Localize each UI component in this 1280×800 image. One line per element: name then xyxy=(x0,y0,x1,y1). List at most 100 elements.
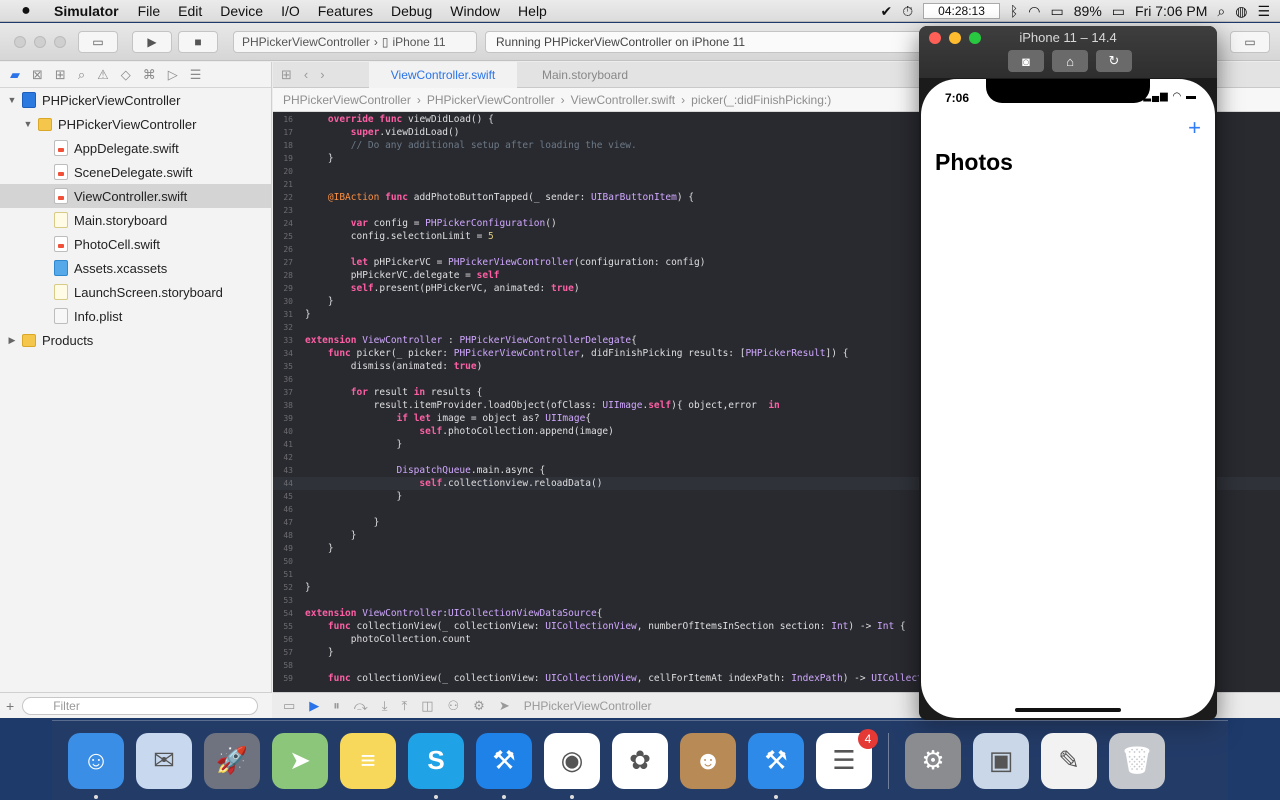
line-number[interactable]: 36 xyxy=(273,373,303,386)
apple-menu-icon[interactable]: ● xyxy=(0,2,52,20)
step-in-icon[interactable]: ⤓ xyxy=(382,698,388,714)
disclosure-open-icon[interactable]: ▼ xyxy=(6,95,18,105)
toggle-navigator-button[interactable]: ▭ xyxy=(78,31,118,53)
tab-main-storyboard[interactable]: Main.storyboard xyxy=(525,62,645,88)
add-photo-button[interactable]: + xyxy=(1188,117,1201,139)
line-number[interactable]: 33 xyxy=(273,334,303,347)
filter-field[interactable]: Filter xyxy=(22,696,259,715)
file-tree-row[interactable]: Info.plist xyxy=(0,304,271,328)
line-number[interactable]: 41 xyxy=(273,438,303,451)
file-tree-row[interactable]: ▼ PHPickerViewController xyxy=(0,88,271,112)
hide-debug-icon[interactable]: ▭ xyxy=(283,698,295,714)
line-number[interactable]: 39 xyxy=(273,412,303,425)
line-number[interactable]: 28 xyxy=(273,269,303,282)
line-number[interactable]: 56 xyxy=(273,633,303,646)
line-number[interactable]: 19 xyxy=(273,152,303,165)
control-center-icon[interactable]: ☰ xyxy=(1257,3,1270,20)
environment-icon[interactable]: ⚙ xyxy=(473,698,485,714)
bluetooth-icon[interactable]: ᛒ xyxy=(1010,3,1018,19)
system-preferences-icon[interactable]: ⚙ xyxy=(905,732,961,789)
scheme-selector[interactable]: PHPickerViewController › ▯ iPhone 11 xyxy=(233,31,477,53)
run-button[interactable]: ▶ xyxy=(132,31,172,53)
line-number[interactable]: 16 xyxy=(273,113,303,126)
skype-icon[interactable]: S xyxy=(408,732,464,799)
photos-icon[interactable]: ✿ xyxy=(612,732,668,789)
line-number[interactable]: 59 xyxy=(273,672,303,685)
jump-project[interactable]: PHPickerViewController xyxy=(283,93,411,107)
menu-io[interactable]: I/O xyxy=(272,3,309,19)
menu-features[interactable]: Features xyxy=(309,3,382,19)
line-number[interactable]: 20 xyxy=(273,165,303,178)
line-number[interactable]: 18 xyxy=(273,139,303,152)
line-number[interactable]: 29 xyxy=(273,282,303,295)
disclosure-closed-icon[interactable]: ▶ xyxy=(6,335,18,346)
trash-icon[interactable]: 🗑 xyxy=(1109,732,1165,789)
finder-icon[interactable]: ☺ xyxy=(68,732,124,799)
line-number[interactable]: 30 xyxy=(273,295,303,308)
step-out-icon[interactable]: ⤒ xyxy=(401,698,407,714)
file-tree-row[interactable]: Assets.xcassets xyxy=(0,256,271,280)
line-number[interactable]: 54 xyxy=(273,607,303,620)
disclosure-open-icon[interactable]: ▼ xyxy=(22,119,34,129)
line-number[interactable]: 48 xyxy=(273,529,303,542)
symbol-icon[interactable]: ⊞ xyxy=(55,67,66,83)
back-icon[interactable]: ‹ xyxy=(304,67,308,83)
jump-group[interactable]: PHPickerViewController xyxy=(427,93,555,107)
toggle-inspector-button[interactable]: ▭ xyxy=(1230,31,1270,53)
report-icon[interactable]: ☰ xyxy=(190,67,202,83)
jump-file[interactable]: ViewController.swift xyxy=(571,93,675,107)
folder-icon[interactable]: ▰ xyxy=(10,67,20,83)
file-tree-row[interactable]: Main.storyboard xyxy=(0,208,271,232)
reminders-icon[interactable]: ☰ 4 xyxy=(816,728,878,789)
timer-readout[interactable]: 04:28:13 xyxy=(923,3,1000,19)
file-tree-row[interactable]: ▶ Products xyxy=(0,328,271,352)
textedit-icon[interactable]: ✎ xyxy=(1041,732,1097,789)
siri-icon[interactable]: ◍ xyxy=(1235,3,1247,20)
file-tree-row[interactable]: ▼ PHPickerViewController xyxy=(0,112,271,136)
line-number[interactable]: 49 xyxy=(273,542,303,555)
chrome-icon[interactable]: ◉ xyxy=(544,732,600,799)
step-over-icon[interactable]: ⤼ xyxy=(354,698,368,714)
menu-device[interactable]: Device xyxy=(211,3,272,19)
battery-icon[interactable]: ▭ xyxy=(1112,3,1125,20)
add-icon[interactable]: + xyxy=(6,698,14,714)
tab-viewcontroller-swift[interactable]: ViewController.swift xyxy=(369,62,517,88)
file-tree-row[interactable]: SceneDelegate.swift xyxy=(0,160,271,184)
line-number[interactable]: 45 xyxy=(273,490,303,503)
line-number[interactable]: 32 xyxy=(273,321,303,334)
clock[interactable]: Fri 7:06 PM xyxy=(1135,3,1207,19)
home-button[interactable]: ⌂ xyxy=(1052,50,1088,72)
minimize-window-button[interactable] xyxy=(34,36,46,48)
line-number[interactable]: 42 xyxy=(273,451,303,464)
breakpoints-toggle-icon[interactable]: ▶ xyxy=(309,698,319,714)
line-number[interactable]: 35 xyxy=(273,360,303,373)
source-control-icon[interactable]: ⊠ xyxy=(32,67,43,83)
close-window-button[interactable] xyxy=(14,36,26,48)
view-debugger-icon[interactable]: ◫ xyxy=(421,698,433,714)
file-tree-row[interactable]: ViewController.swift xyxy=(0,184,271,208)
debug-icon[interactable]: ⌘ xyxy=(143,67,156,83)
mail-icon[interactable]: ✉ xyxy=(136,732,192,789)
rotate-button[interactable]: ↻ xyxy=(1096,50,1132,72)
line-number[interactable]: 40 xyxy=(273,425,303,438)
launchpad-icon[interactable]: 🚀 xyxy=(204,732,260,789)
xcode-icon[interactable]: ⚒ xyxy=(476,732,532,799)
test-icon[interactable]: ◇ xyxy=(121,67,131,83)
spotlight-icon[interactable]: ⌕ xyxy=(1217,3,1225,20)
search-icon[interactable]: ⌕ xyxy=(78,67,85,83)
menu-edit[interactable]: Edit xyxy=(169,3,211,19)
line-number[interactable]: 50 xyxy=(273,555,303,568)
line-number[interactable]: 34 xyxy=(273,347,303,360)
timer-app-icon[interactable]: ⏱ xyxy=(902,3,913,20)
simulator-icon[interactable]: ⚒ xyxy=(748,732,804,799)
line-number[interactable]: 17 xyxy=(273,126,303,139)
line-number[interactable]: 22 xyxy=(273,191,303,204)
line-number[interactable]: 51 xyxy=(273,568,303,581)
file-tree-row[interactable]: LaunchScreen.storyboard xyxy=(0,280,271,304)
line-number[interactable]: 55 xyxy=(273,620,303,633)
line-number[interactable]: 37 xyxy=(273,386,303,399)
file-tree-row[interactable]: AppDelegate.swift xyxy=(0,136,271,160)
line-number[interactable]: 31 xyxy=(273,308,303,321)
pause-icon[interactable]: ⏸ xyxy=(333,698,340,714)
line-number[interactable]: 53 xyxy=(273,594,303,607)
